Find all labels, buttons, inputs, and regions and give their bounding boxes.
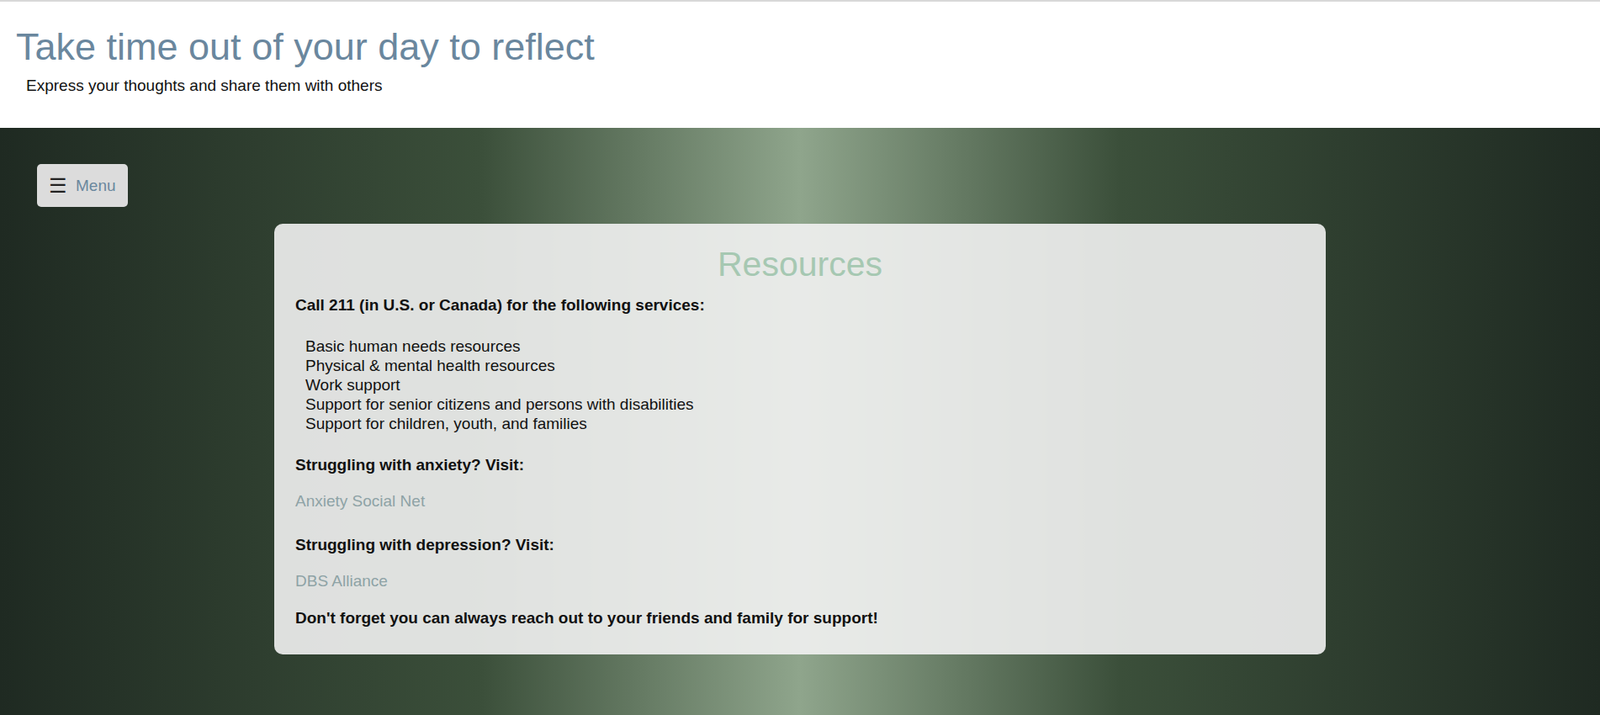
site-title: Take time out of your day to reflect (15, 25, 1585, 69)
link-row: Anxiety Social Net (295, 476, 1305, 514)
menu-area: ☰ Menu (0, 164, 1600, 207)
service-item: Support for children, youth, and familie… (305, 413, 1305, 434)
section-heading: Struggling with depression? Visit: (295, 535, 1305, 557)
page-header: Take time out of your day to reflect Expr… (0, 0, 1600, 128)
resources-title: Resources (295, 243, 1305, 286)
closing-line: Don't forget you can always reach out to… (295, 608, 1305, 630)
hamburger-icon: ☰ (48, 175, 68, 197)
service-item: Physical & mental health resources (305, 355, 1305, 376)
services-list: Basic human needs resourcesPhysical & me… (295, 336, 1305, 434)
resource-link[interactable]: Anxiety Social Net (295, 491, 425, 513)
resource-link[interactable]: DBS Alliance (295, 571, 388, 593)
service-item: Work support (305, 375, 1305, 395)
site-subtitle: Express your thoughts and share them wit… (26, 75, 1585, 97)
menu-button[interactable]: ☰ Menu (37, 164, 128, 207)
service-item: Basic human needs resources (305, 336, 1305, 356)
service-item: Support for senior citizens and persons … (305, 394, 1305, 414)
link-row: DBS Alliance (295, 556, 1305, 594)
menu-label: Menu (75, 177, 117, 194)
forest-background: ☰ Menu Resources Call 211 (in U.S. or Canad… (0, 127, 1600, 715)
call-line: Call 211 (in U.S. or Canada) for the fol… (295, 295, 1305, 317)
section-heading: Struggling with anxiety? Visit: (295, 455, 1305, 477)
resources-card: Resources Call 211 (in U.S. or Canada) fo… (274, 223, 1326, 655)
